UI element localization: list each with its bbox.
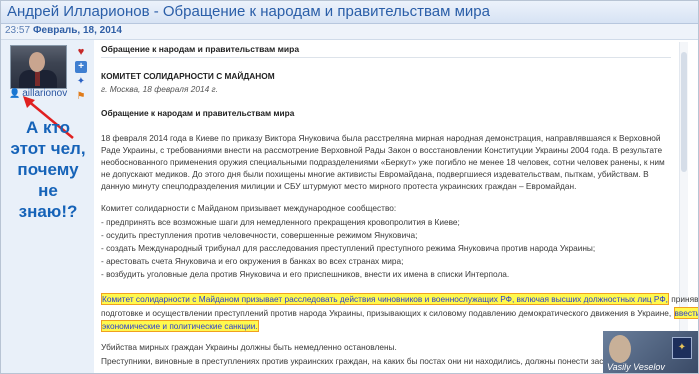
paragraph-1: 18 февраля 2014 года в Киеве по приказу … <box>101 133 665 191</box>
post-time: 23:57 <box>5 25 31 36</box>
org-name: КОМИТЕТ СОЛИДАРНОСТИ С МАЙДАНОМ <box>101 71 275 81</box>
appeal-line: Комитет солидарности с Майданом призывае… <box>101 203 397 213</box>
add-friend-icon[interactable]: + <box>75 61 87 73</box>
place-date: г. Москва, 18 февраля 2014 г. <box>101 84 218 94</box>
bullet-5: - возбудить уголовные дела против Януков… <box>101 269 510 279</box>
bullet-1: - предпринять все возможные шаги для нем… <box>101 217 460 227</box>
emblem-icon: ✦ <box>672 337 692 359</box>
avatar-tie <box>35 72 40 86</box>
bullet-4: - арестовать счета Януковича и его окруж… <box>101 256 404 266</box>
handwritten-annotation: А кто этот чел, почему не знаю!? <box>10 118 86 221</box>
avatar[interactable] <box>10 45 67 89</box>
page-frame: Андрей Илларионов - Обращение к народам … <box>0 0 699 374</box>
highlight-2a: ввести против них <box>673 307 698 319</box>
post-date-bar: 23:57 Февраль, 18, 2014 <box>1 24 698 40</box>
heart-icon[interactable]: ♥ <box>75 46 87 58</box>
highlighted-line-3: экономические и политические санкции. <box>101 320 259 332</box>
page-title[interactable]: Андрей Илларионов - Обращение к народам … <box>7 3 490 20</box>
author-sidebar: ♥ + ✦ ⚑ 👤 aillarionov А кто этот чел, поч… <box>1 40 95 373</box>
highlighted-line-1: Комитет солидарности с Майданом призывае… <box>101 293 699 305</box>
star-icon[interactable]: ✦ <box>75 76 87 88</box>
paragraph-3b: Преступники, виновные в преступлениях пр… <box>101 356 686 366</box>
highlight-1-tail: принявших участие в <box>671 294 699 304</box>
bullet-2: - осудить преступления против человечнос… <box>101 230 418 240</box>
post-content: Обращение к народам и правительствам мир… <box>94 40 698 373</box>
header-bar: Андрей Илларионов - Обращение к народам … <box>1 1 698 24</box>
highlighted-line-2: подготовке и осуществлении преступлений … <box>101 307 698 319</box>
watermark-badge: ✦ Vasily Veselov <box>603 331 698 373</box>
watermark-portrait <box>609 335 631 363</box>
highlight-2b: экономические и политические санкции. <box>101 320 259 332</box>
avatar-head <box>29 52 45 72</box>
line-2-text: подготовке и осуществлении преступлений … <box>101 308 672 318</box>
appeal-heading: Обращение к народам и правительствам мир… <box>101 108 295 118</box>
scrollbar-thumb[interactable] <box>681 52 687 172</box>
post-date[interactable]: Февраль, 18, 2014 <box>33 25 122 36</box>
post-title[interactable]: Обращение к народам и правительствам мир… <box>101 44 671 58</box>
watermark-signature: Vasily Veselov <box>607 362 665 372</box>
paragraph-3a: Убийства мирных граждан Украины должны б… <box>101 342 397 352</box>
scrollbar[interactable] <box>679 42 688 372</box>
bullet-3: - создать Международный трибунал для рас… <box>101 243 596 253</box>
highlight-1: Комитет солидарности с Майданом призывае… <box>101 293 669 305</box>
